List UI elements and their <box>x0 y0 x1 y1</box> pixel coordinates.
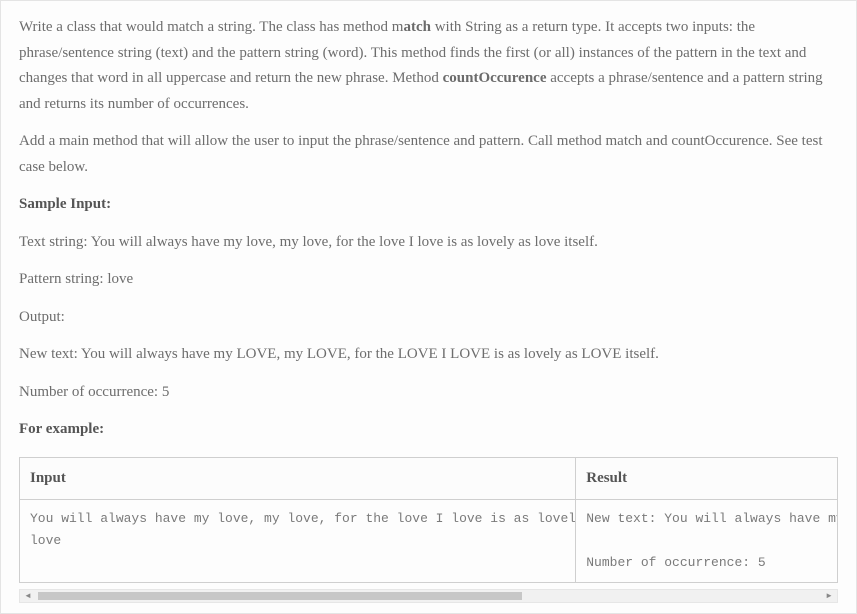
scrollbar-track[interactable] <box>38 592 819 600</box>
bold-countoccurence: countOccurence <box>443 70 547 86</box>
scroll-left-arrow-icon[interactable]: ◄ <box>24 589 32 603</box>
for-example-heading: For example: <box>19 417 838 443</box>
sample-pattern-string: Pattern string: love <box>19 267 838 293</box>
sample-text-string: Text string: You will always have my lov… <box>19 230 838 256</box>
scrollbar-thumb[interactable] <box>38 592 522 600</box>
paragraph-description-2: Add a main method that will allow the us… <box>19 129 838 180</box>
table-row: You will always have my love, my love, f… <box>20 500 838 583</box>
bold-match: atch <box>403 19 431 35</box>
cell-result: New text: You will always have my LOVE, … <box>576 500 838 583</box>
document-container: Write a class that would match a string.… <box>0 0 857 614</box>
text-fragment: Write a class that would match a string.… <box>19 19 403 35</box>
example-table: Input Result You will always have my lov… <box>19 457 838 584</box>
example-table-wrap: Input Result You will always have my lov… <box>19 457 838 604</box>
sample-new-text: New text: You will always have my LOVE, … <box>19 342 838 368</box>
scroll-right-arrow-icon[interactable]: ► <box>825 589 833 603</box>
sample-occurrence: Number of occurrence: 5 <box>19 380 838 406</box>
paragraph-description-1: Write a class that would match a string.… <box>19 15 838 117</box>
sample-output-label: Output: <box>19 305 838 331</box>
header-result: Result <box>576 457 838 500</box>
header-input: Input <box>20 457 576 500</box>
cell-input: You will always have my love, my love, f… <box>20 500 576 583</box>
horizontal-scrollbar[interactable]: ◄ ► <box>19 589 838 603</box>
table-header-row: Input Result <box>20 457 838 500</box>
sample-input-heading: Sample Input: <box>19 192 838 218</box>
